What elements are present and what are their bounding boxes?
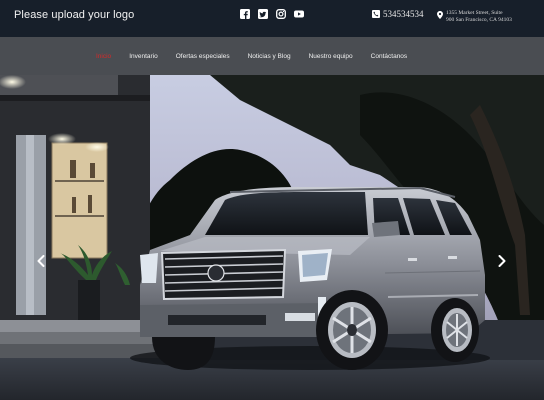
map-pin-icon [437, 11, 443, 19]
social-links [240, 9, 312, 19]
facebook-icon[interactable] [240, 9, 250, 19]
hero-image [0, 75, 544, 400]
top-bar: Please upload your logo 534534534 1355 M… [0, 0, 544, 37]
logo-placeholder[interactable]: Please upload your logo [14, 9, 134, 21]
chevron-right-icon[interactable] [498, 255, 506, 267]
nav-item-inventario[interactable]: Inventario [129, 53, 158, 60]
nav-item-contactanos[interactable]: Contáctanos [371, 53, 408, 60]
front-wheel [316, 290, 388, 370]
instagram-icon[interactable] [276, 9, 286, 19]
chevron-left-icon[interactable] [37, 255, 45, 267]
phone-icon [372, 10, 380, 18]
youtube-icon[interactable] [294, 9, 304, 19]
phone-number: 534534534 [383, 9, 424, 19]
nav-item-nuestro-equipo[interactable]: Nuestro equipo [309, 53, 353, 60]
nav-item-ofertas-especiales[interactable]: Ofertas especiales [176, 53, 230, 60]
phone-contact[interactable]: 534534534 [372, 9, 424, 19]
main-navigation: Inicio Inventario Ofertas especiales Not… [0, 37, 544, 75]
nav-item-inicio[interactable]: Inicio [96, 53, 111, 60]
address-block: 1355 Market Street, Suite 900 San Franci… [437, 10, 512, 24]
address-line-2: 900 San Francisco, CA 94103 [446, 17, 512, 23]
address-line-1: 1355 Market Street, Suite [446, 10, 503, 16]
nav-item-noticias-blog[interactable]: Noticias y Blog [248, 53, 291, 60]
rear-wheel [431, 298, 479, 362]
twitter-icon[interactable] [258, 9, 268, 19]
hero-slider [0, 75, 544, 400]
